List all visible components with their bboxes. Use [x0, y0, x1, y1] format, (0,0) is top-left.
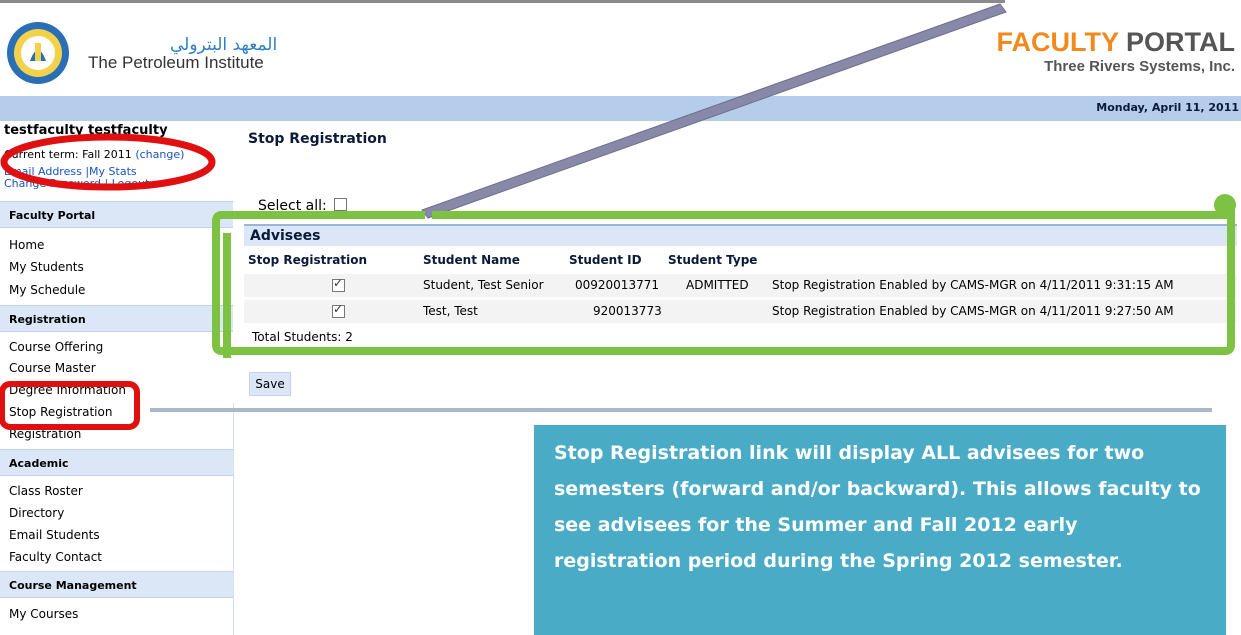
registration-status: Stop Registration Enabled by CAMS-MGR on… — [772, 278, 1174, 292]
nav-my-courses[interactable]: My Courses — [9, 607, 78, 621]
portal-subtitle: Three Rivers Systems, Inc. — [1044, 58, 1235, 75]
select-all-checkbox[interactable] — [334, 198, 348, 211]
institute-name-arabic: المعهد البترولي — [170, 35, 278, 55]
section-registration: Registration — [0, 305, 233, 332]
select-all: Select all: — [258, 198, 348, 214]
nav-email-students[interactable]: Email Students — [9, 528, 100, 542]
section-academic: Academic — [0, 449, 233, 476]
col-student-id: Student ID — [569, 253, 642, 267]
portal-title: FACULTY PORTAL — [996, 27, 1235, 58]
nav-course-offering[interactable]: Course Offering — [9, 340, 103, 354]
student-type: ADMITTED — [686, 278, 749, 292]
section-course-management: Course Management — [0, 571, 233, 598]
table-row: Student, Test Senior 00920013771 ADMITTE… — [244, 274, 1237, 297]
advisees-header: Advisees — [244, 224, 1237, 246]
sidebar: testfaculty testfaculty Current term: Fa… — [0, 121, 234, 635]
nav-my-students[interactable]: My Students — [9, 260, 84, 274]
nav-course-master[interactable]: Course Master — [9, 361, 96, 375]
col-student-type: Student Type — [668, 253, 758, 267]
nav-home[interactable]: Home — [9, 238, 44, 252]
select-all-label: Select all: — [258, 198, 327, 214]
nav-class-roster[interactable]: Class Roster — [9, 484, 83, 498]
portal-title-word1: FACULTY — [996, 27, 1119, 57]
student-name: Test, Test — [423, 304, 478, 318]
registration-status: Stop Registration Enabled by CAMS-MGR on… — [772, 304, 1174, 318]
stop-registration-checkbox[interactable] — [332, 276, 345, 292]
col-stop-registration: Stop Registration — [248, 253, 368, 267]
section-faculty-portal: Faculty Portal — [0, 201, 233, 228]
change-password-link[interactable]: Change Password — [4, 177, 101, 190]
logout-link[interactable]: Logout — [112, 177, 150, 190]
nav-degree-information[interactable]: Degree Information — [9, 383, 126, 397]
term-label: Current term: Fall 2011 — [4, 148, 132, 161]
nav-directory[interactable]: Directory — [9, 506, 64, 520]
student-name: Student, Test Senior — [423, 278, 544, 292]
nav-faculty-contact[interactable]: Faculty Contact — [9, 550, 102, 564]
institute-name: The Petroleum Institute — [88, 53, 264, 72]
student-id: 920013773 — [593, 304, 662, 318]
table-row: Test, Test 920013773 Stop Registration E… — [244, 300, 1237, 323]
portal-title-word2: PORTAL — [1126, 27, 1235, 57]
annotation-callout: Stop Registration link will display ALL … — [534, 425, 1226, 635]
date-bar: Monday, April 11, 2011 — [0, 96, 1241, 121]
nav-stop-registration[interactable]: Stop Registration — [9, 405, 112, 419]
nav-registration[interactable]: Registration — [9, 427, 81, 441]
stop-registration-checkbox[interactable] — [332, 302, 345, 318]
institute-logo — [7, 22, 69, 84]
page-header: المعهد البترولي The Petroleum Institute … — [0, 3, 1241, 95]
change-term-link[interactable]: (change) — [135, 148, 184, 161]
current-date: Monday, April 11, 2011 — [1096, 101, 1239, 114]
save-button[interactable]: Save — [249, 372, 291, 396]
page-title: Stop Registration — [248, 131, 387, 147]
current-term: Current term: Fall 2011 (change) — [4, 148, 184, 161]
col-student-name: Student Name — [423, 253, 520, 267]
user-name: testfaculty testfaculty — [4, 123, 168, 138]
total-students: Total Students: 2 — [252, 330, 353, 344]
student-id: 00920013771 — [575, 278, 659, 292]
nav-my-schedule[interactable]: My Schedule — [9, 283, 85, 297]
account-links: Email Address |My Stats Change Password … — [4, 165, 150, 190]
